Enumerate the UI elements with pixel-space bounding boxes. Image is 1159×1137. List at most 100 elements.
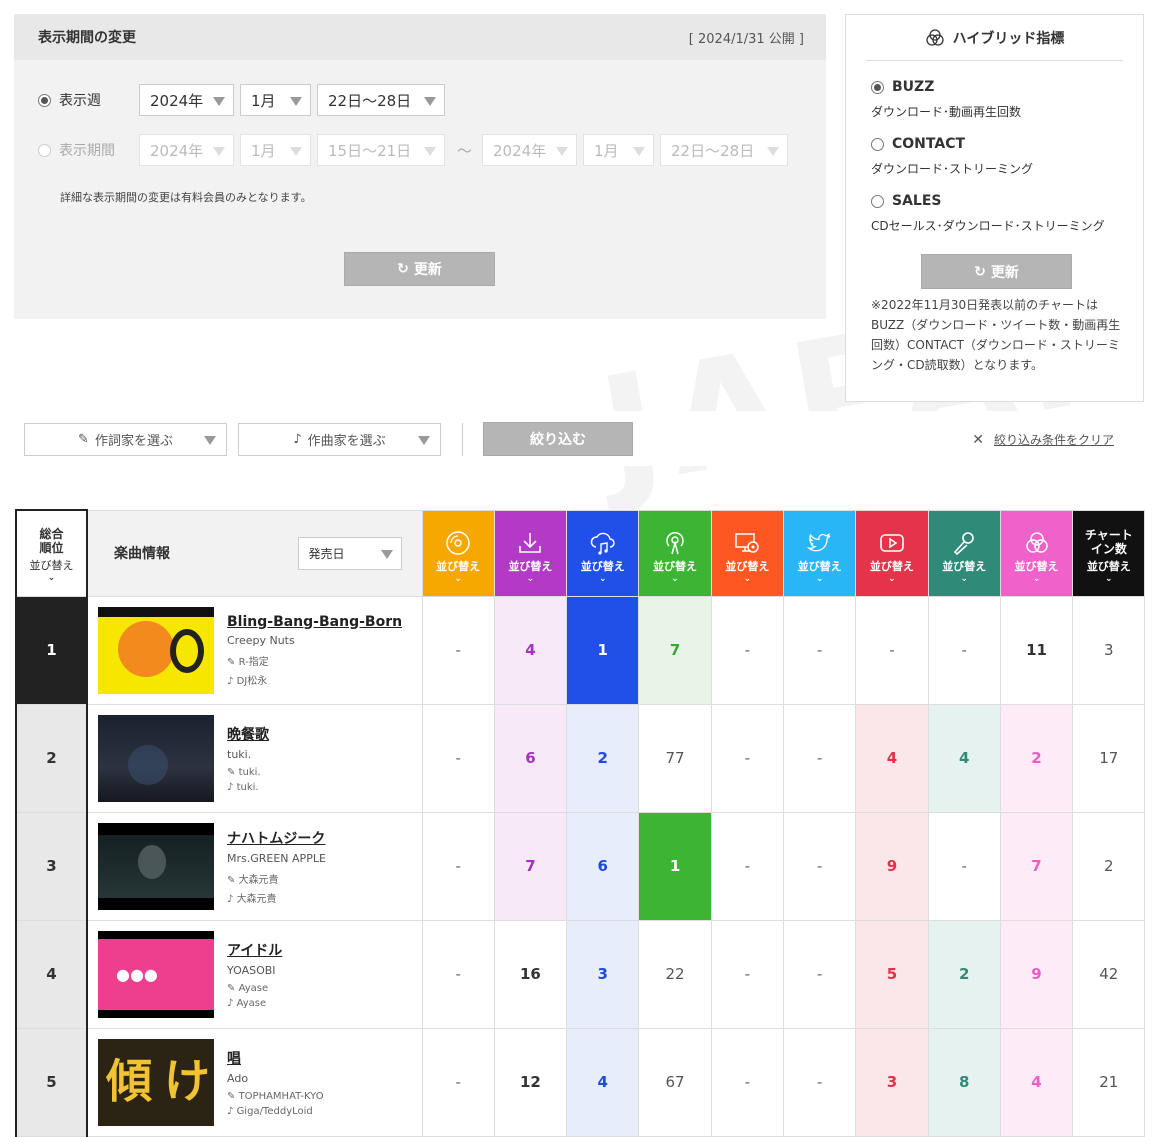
rank-cell: 2 [15,703,88,813]
range-to-days-select[interactable]: 22日〜28日 [660,134,789,166]
chevron-down-icon: ⌄ [815,574,824,584]
pencil-icon: ✎ [227,1090,239,1102]
period-note: 詳細な表示期間の変更は有料会員のみとなります。 [60,191,312,204]
song-thumbnail[interactable]: ●●● [98,930,214,1018]
lyricist-name: 大森元貴 [238,874,279,886]
sales-radio[interactable] [871,194,884,208]
song-thumbnail[interactable]: 傾け [98,1038,214,1126]
metric-rank-cell: 3 [566,919,640,1029]
metric-sort-label: 並び替え [508,560,553,573]
hybrid-title: ハイブリッド指標 [952,30,1065,47]
rank-cell: 5 [15,1027,88,1137]
song-title-link[interactable]: アイドル [227,940,282,960]
range-to-days-value: 22日〜28日 [671,141,755,160]
contact-radio[interactable] [871,137,884,151]
period-update-label: 更新 [413,262,442,278]
composer-select-label: 作曲家を選ぶ [307,434,386,449]
lyricist-credit: ✎ 大森元貴 [227,871,326,886]
rank-cell: 1 [15,595,88,705]
chevron-down-icon: ⌄ [888,574,896,584]
metric-sort-label: 並び替え [1014,560,1059,573]
metric-rank-cell: - [782,919,857,1029]
chevron-down-icon [213,147,225,156]
hybrid-update-label: 更新 [990,264,1019,281]
metric-rank-cell: 1 [638,811,712,921]
rank-cell: 4 [15,919,88,1029]
range-to-month-value: 1月 [594,141,619,160]
music-note-icon: ♪ [227,781,237,793]
range-to-year-select[interactable]: 2024年 [482,134,578,166]
metric-sort-header-youtube[interactable]: 並び替え ⌄ [855,509,929,597]
chevron-down-icon [424,97,436,106]
hybrid-option-sales[interactable]: SALES CDセールス･ダウンロード･ストリーミング [871,193,1105,234]
metric-rank-cell: 2 [927,919,1001,1029]
range-radio[interactable] [38,143,51,157]
period-header: 表示期間の変更 [ 2024/1/31 公開 ] [14,14,826,60]
table-row: 4 ●●● アイドル YOASOBI ✎ Ayase ♪ Ayase -16 3 22- -5 2 9… [15,919,1146,1029]
range-from-days-select[interactable]: 15日〜21日 [317,134,445,166]
song-title-link[interactable]: Bling-Bang-Bang-Born [227,614,402,630]
table-row: 2 晩餐歌 tuki. ✎ tuki. ♪ tuki. -6 2 77- -4 4 2 17 [15,703,1146,813]
composer-credit: ♪ tuki. [227,782,269,793]
artist-name: YOASOBI [227,963,276,977]
lyricist-credit: ✎ Ayase [227,983,282,994]
chartin-sort-label: 並び替え [1086,560,1131,573]
metric-sort-header-radio[interactable]: 並び替え ⌄ [638,509,712,597]
hybrid-update-button[interactable]: ↻ 更新 [921,254,1072,289]
apply-filter-button[interactable]: 絞り込む [483,422,633,456]
range-from-year-value: 2024年 [150,141,204,160]
download-icon [519,533,542,553]
metric-sort-header-streaming[interactable]: 並び替え ⌄ [566,509,640,597]
lyricist-name: Ayase [238,982,269,994]
period-update-button[interactable]: ↻ 更新 [344,252,495,286]
song-thumbnail[interactable] [98,714,214,802]
metric-sort-header-twitter[interactable]: 並び替え ⌄ [782,509,857,597]
release-sort-label: 発売日 [308,546,345,561]
metric-rank-cell: - [710,1027,784,1137]
metric-rank-cell: 8 [927,1027,1001,1137]
release-sort-select[interactable]: 発売日 [297,536,402,570]
metric-rank-cell: 77 [638,703,712,813]
week-days-select[interactable]: 22日〜28日 [317,84,445,116]
song-title-link[interactable]: ナハトムジーク [227,828,326,848]
close-icon: ✕ [972,431,984,448]
chevron-down-icon [213,97,225,106]
metric-rank-cell: 6 [493,703,568,813]
metric-sort-header-cd[interactable]: 並び替え ⌄ [421,509,495,597]
metric-rank-cell: - [782,811,857,921]
song-title-link[interactable]: 晩餐歌 [227,724,269,744]
chartin-sort-header[interactable]: チャート イン数 並び替え ⌄ [1072,509,1146,597]
week-year-select[interactable]: 2024年 [139,84,234,116]
composer-credit: ♪ Giga/TeddyLoid [227,1106,324,1117]
chevron-down-icon: ⌄ [47,573,56,584]
range-to-month-select[interactable]: 1月 [583,134,655,166]
song-thumbnail[interactable] [98,606,214,694]
chevron-down-icon: ⌄ [598,574,607,584]
range-from-year-select[interactable]: 2024年 [139,134,234,166]
rank-sort-header[interactable]: 総合 順位 並び替え ⌄ [15,509,88,596]
chevron-down-icon [556,147,569,156]
hybrid-option-buzz[interactable]: BUZZ ダウンロード･動画再生回数 [871,79,1021,120]
metric-rank-cell: - [710,919,784,1029]
lyricist-select[interactable]: ✎ 作詞家を選ぶ [24,423,227,456]
chartin-cell: 42 [1072,919,1146,1029]
metric-sort-header-download[interactable]: 並び替え ⌄ [493,509,568,597]
pencil-icon: ✎ [78,432,89,447]
hybrid-option-contact[interactable]: CONTACT ダウンロード･ストリーミング [871,136,1033,177]
chevron-down-icon: ⌄ [743,574,752,584]
divider [462,423,463,456]
metric-sort-header-lookup[interactable]: 並び替え ⌄ [710,509,784,597]
song-title-link[interactable]: 唱 [227,1048,324,1068]
rank-header-label: 総合 順位 [39,527,64,556]
buzz-radio[interactable] [871,80,884,94]
range-from-month-select[interactable]: 1月 [240,134,311,166]
metric-sort-header-hybrid[interactable]: 並び替え ⌄ [999,509,1074,597]
clear-filter-link[interactable]: ✕ 絞り込み条件をクリア [972,431,1114,448]
metric-rank-cell: 5 [855,919,929,1029]
chartin-cell: 17 [1072,703,1146,813]
week-radio[interactable] [38,93,51,107]
composer-select[interactable]: ♪ 作曲家を選ぶ [238,423,441,456]
week-month-select[interactable]: 1月 [240,84,311,116]
song-thumbnail[interactable] [98,822,214,910]
metric-sort-header-karaoke[interactable]: 並び替え ⌄ [927,509,1001,597]
